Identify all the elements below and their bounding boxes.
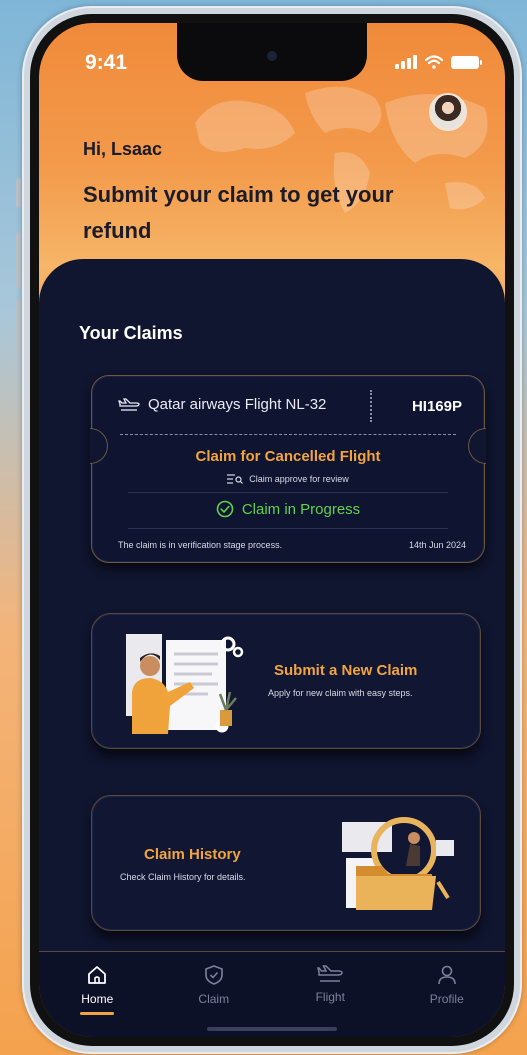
status-time: 9:41 — [85, 51, 128, 74]
bottom-tab-bar: Home Claim Flight Profile — [39, 951, 505, 1037]
tab-profile[interactable]: Profile — [407, 964, 487, 1006]
phone-side-button-left-1 — [16, 178, 21, 208]
greeting-text: Hi, Lsaac — [83, 139, 163, 159]
ticket-date: 14th Jun 2024 — [408, 540, 466, 550]
claim-history-card[interactable]: Claim History Check Claim History for de… — [91, 795, 481, 931]
phone-frame: 9:41 Hi, Lsaac Submit your claim to get … — [22, 6, 522, 1054]
status-divider-bottom — [128, 528, 448, 529]
tab-flight-label: Flight — [315, 990, 345, 1004]
home-icon — [88, 966, 107, 984]
new-claim-description: Apply for new claim with easy steps. — [268, 688, 413, 698]
home-indicator[interactable] — [207, 1027, 337, 1031]
check-circle-icon — [216, 500, 234, 518]
tab-profile-label: Profile — [429, 992, 464, 1006]
claim-subtitle-row: Claim approve for review — [92, 474, 484, 484]
claim-history-description: Check Claim History for details. — [120, 872, 246, 882]
ticket-flight-name: Qatar airways Flight NL-32 — [148, 396, 327, 413]
dynamic-island — [177, 23, 367, 81]
submit-new-claim-card[interactable]: Submit a New Claim Apply for new claim w… — [91, 613, 481, 749]
tab-flight[interactable]: Flight — [290, 964, 370, 1004]
tab-claim[interactable]: Claim — [174, 964, 254, 1006]
section-title-your-claims: Your Claims — [79, 323, 183, 343]
folder-person-illustration — [342, 817, 454, 910]
status-icons — [395, 55, 482, 69]
claim-subtitle: Claim approve for review — [249, 474, 349, 484]
ticket-flight-row: Qatar airways Flight NL-32 — [118, 396, 326, 413]
wifi-icon — [425, 55, 443, 69]
avatar[interactable] — [429, 93, 467, 131]
phone-side-button-left-3 — [16, 300, 21, 356]
signal-icon — [395, 55, 417, 69]
claim-status-text: Claim in Progress — [241, 500, 361, 518]
camera-icon — [267, 51, 277, 61]
battery-icon — [451, 56, 482, 69]
claim-history-title: Claim History — [144, 846, 241, 863]
shield-icon — [204, 965, 223, 985]
ticket-divider — [370, 390, 372, 422]
claim-ticket-card[interactable]: Qatar airways Flight NL-32 HI169P Claim … — [90, 375, 486, 563]
status-divider-top — [128, 492, 448, 493]
ticket-dashed-separator — [120, 434, 456, 435]
tab-home[interactable]: Home — [57, 964, 137, 1015]
active-tab-indicator — [80, 1012, 115, 1015]
plane-icon — [317, 965, 344, 982]
claim-status: Claim in Progress — [92, 500, 484, 518]
phone-bezel: 9:41 Hi, Lsaac Submit your claim to get … — [30, 14, 514, 1046]
phone-side-button-left-2 — [16, 232, 21, 288]
claim-title: Claim for Cancelled Flight — [195, 448, 381, 465]
page-title: Submit your claim to get your refund — [83, 182, 394, 243]
tab-claim-label: Claim — [198, 992, 230, 1006]
app-screen: 9:41 Hi, Lsaac Submit your claim to get … — [39, 23, 505, 1037]
ticket-note: The claim is in verification stage proce… — [118, 540, 283, 550]
plane-icon — [118, 397, 140, 411]
ticket-booking-code: HI169P — [411, 398, 462, 415]
document-person-illustration — [126, 634, 244, 734]
user-icon — [437, 965, 456, 985]
new-claim-title: Submit a New Claim — [274, 662, 418, 679]
tab-home-label: Home — [81, 992, 114, 1006]
list-search-icon — [227, 474, 244, 484]
